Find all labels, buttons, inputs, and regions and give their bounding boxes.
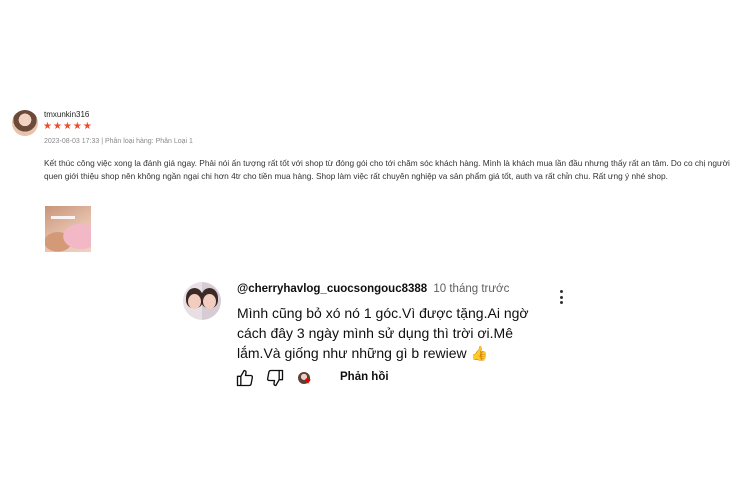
rating-stars: ★ ★ ★ ★ ★ <box>43 122 92 132</box>
comment-actions: ♥ Phản hồi <box>235 368 435 392</box>
comment-author[interactable]: @cherryhavlog_cuocsongouc8388 <box>237 283 427 295</box>
star-icon: ★ <box>82 121 92 132</box>
star-icon: ★ <box>43 121 52 132</box>
dislike-button[interactable] <box>265 368 285 388</box>
comment: @cherryhavlog_cuocsongouc8388 10 tháng t… <box>183 280 583 400</box>
star-icon: ★ <box>62 121 72 132</box>
dislike-icon <box>266 369 284 387</box>
reply-button[interactable]: Phản hồi <box>340 371 389 383</box>
reviewer-username[interactable]: tmxunkin316 <box>44 110 89 119</box>
more-vert-icon[interactable] <box>557 290 565 308</box>
reviewer-avatar[interactable] <box>12 110 38 136</box>
review-text: Kết thúc công việc xong la đánh giá ngay… <box>44 158 730 181</box>
commenter-avatar[interactable] <box>183 282 221 320</box>
star-icon: ★ <box>52 121 62 132</box>
comment-author-line: @cherryhavlog_cuocsongouc8388 10 tháng t… <box>237 283 509 295</box>
review-meta: 2023-08-03 17:33 | Phân loại hàng: Phân … <box>44 138 193 145</box>
creator-heart-icon: ♥ <box>298 372 312 387</box>
star-icon: ★ <box>72 121 82 132</box>
comment-time[interactable]: 10 tháng trước <box>433 283 509 295</box>
review-photo[interactable] <box>45 206 91 252</box>
comment-text: Mình cũng bỏ xó nó 1 góc.Vì được tặng.Ai… <box>237 305 529 361</box>
like-button[interactable] <box>235 368 255 388</box>
like-icon <box>236 369 254 387</box>
